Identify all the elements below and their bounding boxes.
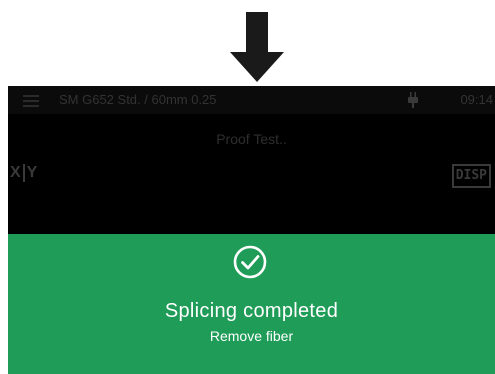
xy-separator — [22, 164, 25, 182]
result-title: Splicing completed — [164, 300, 339, 322]
down-arrow-icon — [230, 12, 284, 82]
clock-time: 09:14 — [460, 92, 493, 107]
splice-profile-label[interactable]: SM G652 Std. / 60mm 0.25 — [59, 92, 217, 107]
display-toggle-button[interactable]: DISP — [451, 164, 491, 188]
x-view-label: X — [10, 164, 21, 181]
splice-result-banner: Splicing completed Remove fiber — [8, 234, 495, 374]
check-circle-icon — [233, 245, 267, 279]
result-subtitle: Remove fiber — [209, 328, 294, 344]
ac-plug-icon — [408, 92, 418, 108]
hamburger-menu-icon[interactable] — [23, 95, 39, 107]
device-screen: SM G652 Std. / 60mm 0.25 09:14 Proof Tes… — [8, 86, 495, 374]
xy-view-toggle-button[interactable]: X Y — [10, 162, 37, 184]
y-view-label: Y — [26, 164, 38, 181]
status-bar: SM G652 Std. / 60mm 0.25 09:14 — [8, 86, 495, 114]
screenshot-stage: SM G652 Std. / 60mm 0.25 09:14 Proof Tes… — [0, 0, 495, 374]
process-status-text: Proof Test.. — [216, 131, 287, 147]
